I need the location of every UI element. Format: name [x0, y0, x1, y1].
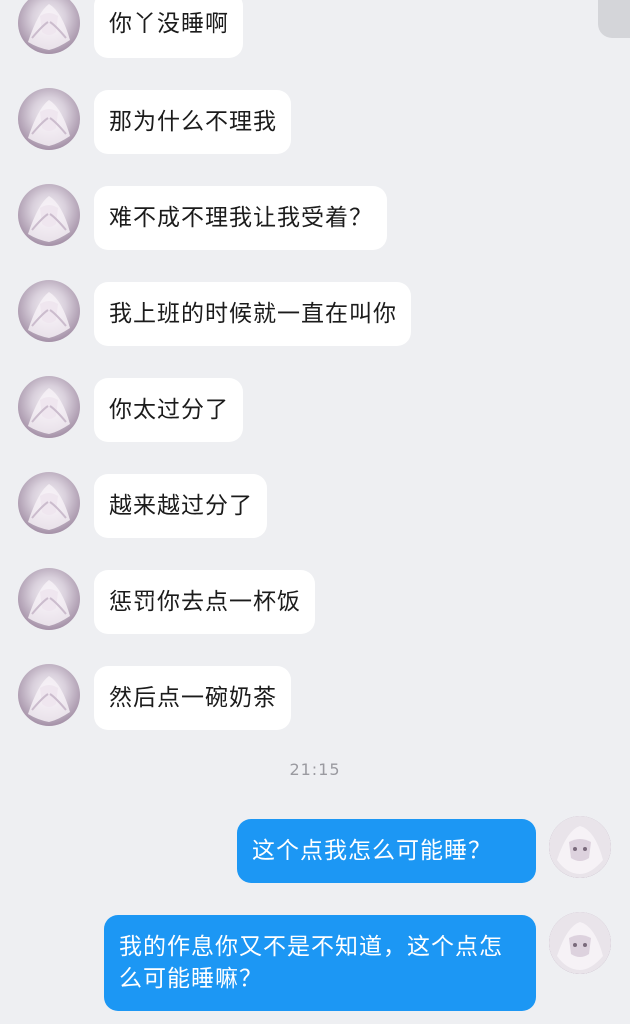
user-avatar[interactable]	[549, 912, 611, 974]
incoming-message-bubble[interactable]: 那为什么不理我	[94, 90, 291, 154]
message-row-incoming: 惩罚你去点一杯饭	[0, 568, 630, 634]
message-row-incoming: 然后点一碗奶茶	[0, 664, 630, 730]
incoming-message-bubble[interactable]: 难不成不理我让我受着？	[94, 186, 387, 250]
contact-avatar[interactable]	[18, 664, 80, 726]
message-row-incoming: 我上班的时候就一直在叫你	[0, 280, 630, 346]
message-timestamp: 21:15	[289, 760, 341, 779]
message-row-incoming: 那为什么不理我	[0, 88, 630, 154]
outgoing-message-bubble[interactable]: 这个点我怎么可能睡？	[237, 819, 536, 883]
message-row-incoming: 你丫没睡啊	[0, 0, 630, 62]
incoming-message-bubble[interactable]: 越来越过分了	[94, 474, 267, 538]
contact-avatar[interactable]	[18, 88, 80, 150]
incoming-message-bubble[interactable]: 你太过分了	[94, 378, 243, 442]
outgoing-message-bubble[interactable]: 我的作息你又不是不知道，这个点怎么可能睡嘛？	[104, 915, 536, 1011]
contact-avatar[interactable]	[18, 568, 80, 630]
message-row-outgoing: 我的作息你又不是不知道，这个点怎么可能睡嘛？	[0, 912, 630, 1012]
message-row-incoming: 你太过分了	[0, 376, 630, 442]
contact-avatar[interactable]	[18, 280, 80, 342]
message-row-outgoing: 这个点我怎么可能睡？	[0, 816, 630, 883]
contact-avatar[interactable]	[18, 0, 80, 54]
incoming-message-bubble[interactable]: 我上班的时候就一直在叫你	[94, 282, 411, 346]
incoming-message-bubble[interactable]: 然后点一碗奶茶	[94, 666, 291, 730]
contact-avatar[interactable]	[18, 376, 80, 438]
message-row-incoming: 难不成不理我让我受着？	[0, 184, 630, 250]
message-row-incoming: 越来越过分了	[0, 472, 630, 538]
chat-thread: 你丫没睡啊 那为什么不理我 难不成不理我让我受着？ 我上班的时候就一直在叫你 你…	[0, 0, 630, 1024]
incoming-message-bubble[interactable]: 你丫没睡啊	[94, 0, 243, 58]
contact-avatar[interactable]	[18, 184, 80, 246]
incoming-message-bubble[interactable]: 惩罚你去点一杯饭	[94, 570, 315, 634]
contact-avatar[interactable]	[18, 472, 80, 534]
user-avatar[interactable]	[549, 816, 611, 878]
